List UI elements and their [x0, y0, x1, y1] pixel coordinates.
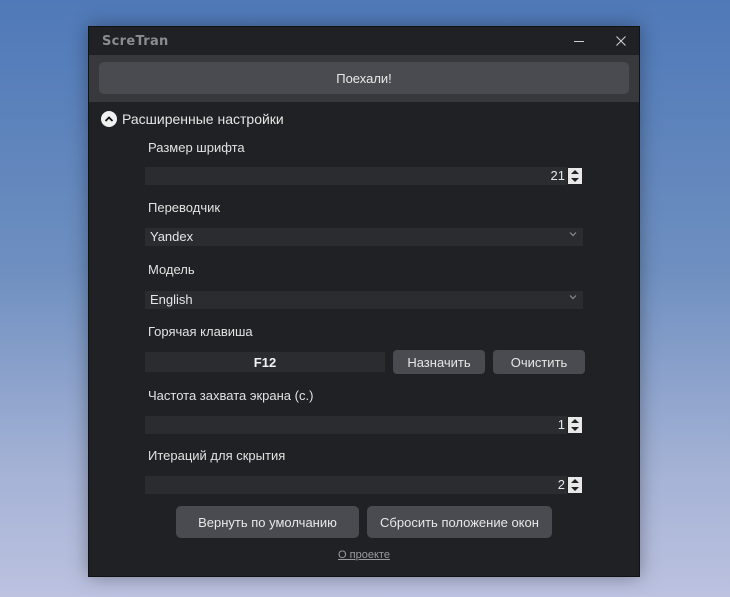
- spin-up-icon[interactable]: [571, 479, 579, 483]
- go-button[interactable]: Поехали!: [99, 62, 629, 94]
- close-button[interactable]: [601, 29, 639, 53]
- reset-window-positions-button[interactable]: Сбросить положение окон: [367, 506, 552, 538]
- spin-arrows-icon[interactable]: [567, 416, 583, 434]
- translator-label: Переводчик: [148, 200, 221, 215]
- spin-down-icon[interactable]: [571, 427, 579, 431]
- app-title: ScreTran: [102, 34, 169, 49]
- reset-defaults-button[interactable]: Вернуть по умолчанию: [176, 506, 359, 538]
- hide-iterations-label: Итераций для скрытия: [148, 448, 286, 463]
- spin-down-icon[interactable]: [571, 178, 579, 182]
- hide-iterations-spinner[interactable]: 2: [145, 476, 583, 494]
- about-link[interactable]: О проекте: [89, 549, 639, 561]
- assign-hotkey-button[interactable]: Назначить: [393, 350, 485, 374]
- spin-up-icon[interactable]: [571, 419, 579, 423]
- spin-down-icon[interactable]: [571, 487, 579, 491]
- advanced-settings-toggle[interactable]: Расширенные настройки: [101, 109, 284, 129]
- model-label: Модель: [148, 262, 195, 277]
- font-size-value: 21: [550, 168, 565, 183]
- font-size-spinner[interactable]: 21: [145, 167, 583, 185]
- advanced-settings-label: Расширенные настройки: [122, 111, 284, 127]
- chevron-down-icon: [569, 232, 577, 237]
- title-bar[interactable]: ScreTran: [89, 27, 639, 55]
- chevron-down-icon: [569, 295, 577, 300]
- spin-up-icon[interactable]: [571, 170, 579, 174]
- hide-iterations-value: 2: [557, 477, 565, 492]
- minimize-icon: [574, 40, 584, 42]
- clear-hotkey-button[interactable]: Очистить: [493, 350, 585, 374]
- close-icon: [616, 36, 626, 46]
- model-value: English: [150, 292, 193, 307]
- app-window: ScreTran Поехали! Расширенные настройки …: [88, 26, 640, 577]
- translator-select[interactable]: Yandex: [145, 228, 583, 246]
- translator-value: Yandex: [150, 229, 194, 244]
- minimize-button[interactable]: [559, 29, 599, 53]
- capture-rate-value: 1: [557, 417, 565, 432]
- capture-rate-label: Частота захвата экрана (с.): [148, 388, 314, 403]
- chevron-up-icon: [101, 111, 117, 127]
- font-size-label: Размер шрифта: [148, 140, 245, 155]
- top-strip: Поехали!: [89, 55, 639, 102]
- model-select[interactable]: English: [145, 291, 583, 309]
- hotkey-label: Горячая клавиша: [148, 324, 253, 339]
- hotkey-field[interactable]: F12: [145, 352, 385, 372]
- spin-arrows-icon[interactable]: [567, 167, 583, 185]
- spin-arrows-icon[interactable]: [567, 476, 583, 494]
- capture-rate-spinner[interactable]: 1: [145, 416, 583, 434]
